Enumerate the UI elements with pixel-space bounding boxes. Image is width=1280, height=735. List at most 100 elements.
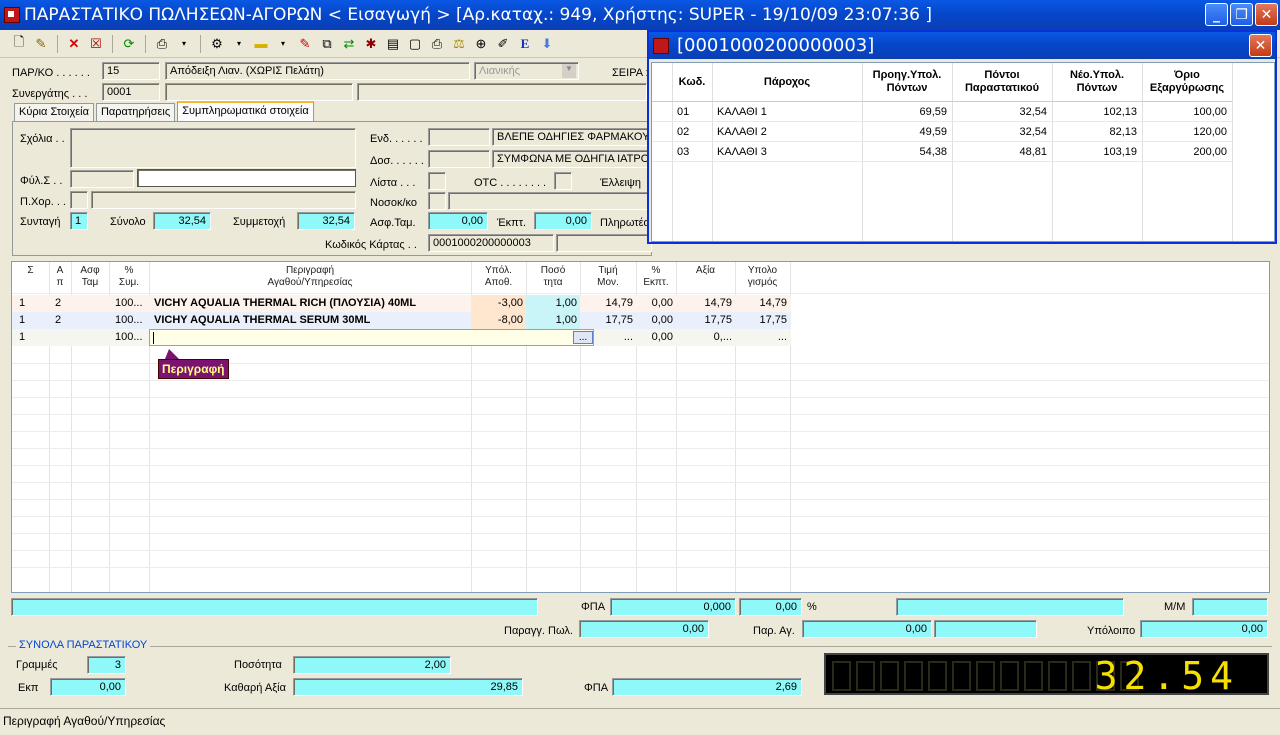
kartas-field[interactable]: 0001000200000003 — [428, 234, 554, 252]
synergatis-code-field[interactable]: 0001 — [102, 83, 160, 101]
table-row[interactable]: 01 ΚΑΛΑΘΙ 1 69,59 32,54 102,13 100,00 — [652, 102, 1232, 122]
footer-mm-field[interactable] — [1192, 598, 1268, 616]
table-row[interactable]: 1 2 100... VICHY AQUALIA THERMAL SERUM 3… — [12, 312, 791, 329]
table-row[interactable]: 1 100... ... ... 0,00 0,... ... — [12, 329, 791, 346]
grid-row-line — [12, 397, 1269, 398]
otc-field[interactable] — [554, 172, 572, 190]
footer-fpa-pct-field[interactable]: 0,00 — [739, 598, 802, 616]
minimize-button[interactable]: _ — [1205, 3, 1228, 26]
euro-icon[interactable]: E — [516, 35, 534, 53]
synergatis-extra-field[interactable] — [357, 83, 647, 101]
tab-supplementary[interactable]: Συμπληρωματικά στοιχεία — [177, 101, 314, 122]
parko-desc-field[interactable]: Απόδειξη Λιαν. (ΧΩΡΙΣ Πελάτη) — [165, 62, 470, 80]
copy-icon[interactable]: ⧉ — [318, 35, 336, 53]
footer-description-field[interactable] — [11, 598, 538, 616]
edit-icon[interactable]: ✐ — [494, 35, 512, 53]
delete-icon[interactable]: ✕ — [65, 35, 83, 53]
print-icon[interactable]: ⎙ — [153, 35, 171, 53]
calculator-icon[interactable]: ▤ — [384, 35, 402, 53]
posotita-field[interactable]: 2,00 — [293, 656, 451, 674]
popup-header-limit[interactable]: Όριο Εξαργύρωσης — [1142, 63, 1232, 101]
grid-header-ap[interactable]: Απ — [49, 265, 71, 289]
tools-dropdown-icon[interactable]: ▾ — [230, 35, 248, 53]
lock-icon[interactable]: ⊕ — [472, 35, 490, 53]
close-button[interactable]: ✕ — [1255, 3, 1278, 26]
new-document-icon[interactable]: 🗋 — [10, 34, 28, 53]
pen-icon[interactable]: ✎ — [296, 35, 314, 53]
end-field[interactable]: ΒΛΕΠΕ ΟΔΗΓΙΕΣ ΦΑΡΜΑΚΟΥ... — [492, 128, 652, 146]
table-row[interactable]: 1 2 100... VICHY AQUALIA THERMAL RICH (Π… — [12, 295, 791, 312]
open-icon[interactable]: ✎ — [32, 35, 50, 53]
balance-icon[interactable]: ⚖ — [450, 35, 468, 53]
synolo-field[interactable]: 32,54 — [153, 212, 211, 230]
asftam-field[interactable]: 0,00 — [428, 212, 488, 230]
description-input[interactable] — [149, 329, 594, 346]
parag-extra-field[interactable] — [934, 620, 1037, 638]
grid-header-s[interactable]: Σ — [12, 265, 49, 277]
maximize-button[interactable]: ❐ — [1230, 3, 1253, 26]
totals-fpa-field[interactable]: 2,69 — [612, 678, 802, 696]
transfer-icon[interactable]: ⇄ — [340, 35, 358, 53]
grid-header-qty[interactable]: Ποσό τητα — [526, 265, 580, 289]
print-dropdown-icon[interactable]: ▾ — [175, 35, 193, 53]
sxolia-field[interactable] — [70, 128, 356, 168]
fylo-field[interactable] — [70, 170, 134, 188]
ekp-field[interactable]: 0,00 — [50, 678, 126, 696]
items-grid[interactable]: Σ Απ Ασφ Ταμ % Συμ. Περιγραφή Αγαθού/Υπηρεσ… — [11, 261, 1270, 593]
ypoloipo-field[interactable]: 0,00 — [1140, 620, 1268, 638]
stamp-icon[interactable]: ✱ — [362, 35, 380, 53]
row-code: 01 — [677, 106, 690, 118]
footer-fpa-field[interactable]: 0,000 — [610, 598, 736, 616]
nosok-field[interactable] — [448, 192, 652, 210]
tab-notes[interactable]: Παρατηρήσεις — [95, 103, 176, 121]
footer-extra-field[interactable] — [896, 598, 1124, 616]
popup-header-points[interactable]: Πόντοι Παραστατικού — [952, 63, 1052, 101]
popup-header-prev[interactable]: Προηγ.Υπολ. Πόντων — [862, 63, 952, 101]
loyalty-grid[interactable]: Κωδ. Πάροχος Προηγ.Υπολ. Πόντων Πόντοι Π… — [651, 62, 1275, 242]
syntagi-field[interactable]: 1 — [70, 212, 88, 230]
grid-header-value[interactable]: Αξία — [676, 265, 735, 277]
dos-code-field[interactable] — [428, 150, 490, 168]
lista-field[interactable] — [428, 172, 446, 190]
arrow-down-icon[interactable]: ⬇ — [538, 35, 556, 53]
dos-field[interactable]: ΣΥΜΦΩΝΑ ΜΕ ΟΔΗΓΙΑ ΙΑΤΡΟΥ — [492, 150, 652, 168]
grid-header-price[interactable]: Τιμή Μον. — [580, 265, 636, 289]
cancel-document-icon[interactable]: ☒ — [87, 35, 105, 53]
grid-header-sym[interactable]: % Συμ. — [109, 265, 149, 289]
fylo-extra-field[interactable] — [137, 169, 356, 187]
pxor-field[interactable] — [91, 191, 356, 209]
popup-header-provider[interactable]: Πάροχος — [712, 63, 862, 101]
end-code-field[interactable] — [428, 128, 490, 146]
folder-icon[interactable]: ▬ — [252, 35, 270, 53]
kartas-extra-field[interactable] — [556, 234, 652, 252]
nosok-code-field[interactable] — [428, 192, 446, 210]
refresh-icon[interactable]: ⟳ — [120, 35, 138, 53]
grid-header-disc[interactable]: % Εκπτ. — [636, 265, 676, 289]
printer-small-icon[interactable]: ⎙ — [428, 35, 446, 53]
folder-dropdown-icon[interactable]: ▾ — [274, 35, 292, 53]
popup-close-button[interactable]: ✕ — [1249, 34, 1272, 57]
chevron-down-icon[interactable]: ▼ — [562, 64, 576, 78]
paragg-field[interactable]: 0,00 — [579, 620, 709, 638]
window-icon[interactable]: ▢ — [406, 35, 424, 53]
grid-header-desc[interactable]: Περιγραφή Αγαθού/Υπηρεσίας — [149, 265, 471, 289]
tools-icon[interactable]: ⚙ — [208, 35, 226, 53]
table-row[interactable]: 03 ΚΑΛΑΘΙ 3 54,38 48,81 103,19 200,00 — [652, 142, 1232, 162]
kathari-field[interactable]: 29,85 — [293, 678, 523, 696]
parko-type-select[interactable]: Λιανικής ▼ — [474, 62, 579, 80]
synergatis-name-field[interactable] — [165, 83, 353, 101]
popup-header-code[interactable]: Κωδ. — [672, 63, 712, 101]
symmetoxi-field[interactable]: 32,54 — [297, 212, 355, 230]
tab-main[interactable]: Κύρια Στοιχεία — [14, 103, 94, 121]
ekpt-field[interactable]: 0,00 — [534, 212, 592, 230]
dos-label: Δοσ. . . . . . — [370, 155, 424, 167]
table-row[interactable]: 02 ΚΑΛΑΘΙ 2 49,59 32,54 82,13 120,00 — [652, 122, 1232, 142]
grid-header-stock[interactable]: Υπόλ. Αποθ. — [471, 265, 526, 289]
popup-header-new[interactable]: Νέο.Υπολ. Πόντων — [1052, 63, 1142, 101]
parko-code-field[interactable]: 15 — [102, 62, 160, 80]
pxor-code-field[interactable] — [70, 191, 88, 209]
grid-header-calc[interactable]: Υπολο γισμός — [735, 265, 790, 289]
grammes-field[interactable]: 3 — [87, 656, 126, 674]
grid-header-asf[interactable]: Ασφ Ταμ — [71, 265, 109, 289]
parag-field[interactable]: 0,00 — [802, 620, 932, 638]
